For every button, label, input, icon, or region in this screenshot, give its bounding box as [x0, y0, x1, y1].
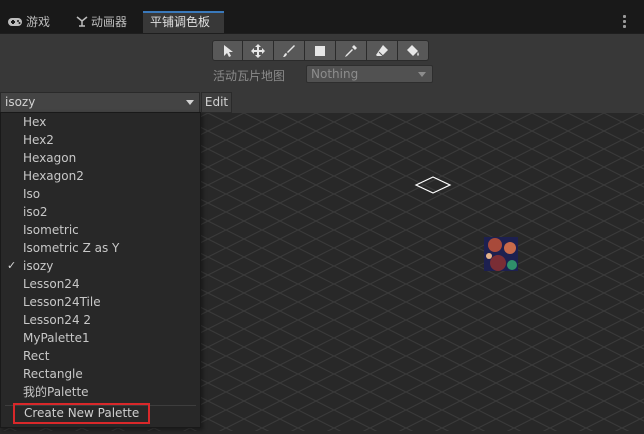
animator-icon — [76, 12, 88, 34]
palette-menu-item[interactable]: Hex2 — [1, 131, 200, 149]
palette-menu-item[interactable]: Lesson24 — [1, 275, 200, 293]
palette-header-row: isozy Edit — [0, 92, 644, 114]
palette-dropdown-menu: Hex Hex2 Hexagon Hexagon2 Iso iso2 Isometric Is… — [0, 112, 201, 428]
move-arrows-icon — [251, 43, 265, 58]
palette-menu-item-label: Lesson24Tile — [23, 295, 101, 309]
palette-menu-item-label: MyPalette1 — [23, 331, 90, 345]
palette-menu-item[interactable]: 我的Palette — [1, 383, 200, 401]
palette-menu-item-label: 我的Palette — [23, 385, 89, 399]
palette-menu-item-label: Iso — [23, 187, 41, 201]
tab-options-icon[interactable] — [620, 14, 628, 28]
gamepad-icon — [7, 12, 23, 34]
palette-menu-item[interactable]: Lesson24Tile — [1, 293, 200, 311]
select-tool-button[interactable] — [212, 40, 243, 61]
tab-game[interactable]: 游戏 — [3, 11, 69, 33]
palette-menu-item-label: Rectangle — [23, 367, 83, 381]
palette-menu-item-label: Isometric Z as Y — [23, 241, 120, 255]
palette-select-value: isozy — [5, 95, 36, 109]
checkmark-icon: ✓ — [7, 259, 17, 272]
eraser-icon — [376, 44, 388, 56]
palette-menu-item[interactable]: iso2 — [1, 203, 200, 221]
erase-tool-button[interactable] — [367, 40, 398, 61]
create-new-palette-item[interactable]: Create New Palette — [13, 403, 150, 424]
palette-menu-item[interactable]: ✓ isozy — [1, 257, 200, 275]
tile-sprite[interactable] — [484, 237, 518, 271]
palette-menu-item-label: Rect — [23, 349, 50, 363]
active-tilemap-value: Nothing — [311, 67, 359, 81]
edit-palette-button[interactable]: Edit — [201, 92, 232, 113]
rectangle-icon — [315, 45, 325, 56]
tab-animator[interactable]: 动画器 — [72, 11, 142, 33]
brush-icon — [283, 44, 295, 57]
paint-tool-button[interactable] — [274, 40, 305, 61]
tab-tile-palette-label: 平铺调色板 — [150, 15, 211, 29]
move-tool-button[interactable] — [243, 40, 274, 61]
tool-button-group — [212, 40, 429, 62]
palette-menu-item[interactable]: Hex — [1, 113, 200, 131]
active-tilemap-label: 活动瓦片地图 — [213, 69, 286, 83]
eyedropper-icon — [345, 44, 357, 57]
tab-bar: 游戏 动画器 平铺调色板 — [0, 11, 644, 34]
chevron-down-icon — [418, 72, 426, 77]
tab-tile-palette[interactable]: 平铺调色板 — [143, 11, 224, 33]
palette-menu-item-label: Lesson24 — [23, 277, 80, 291]
tab-game-label: 游戏 — [26, 15, 51, 29]
palette-menu-item[interactable]: Isometric — [1, 221, 200, 239]
palette-menu-item[interactable]: Isometric Z as Y — [1, 239, 200, 257]
pick-tool-button[interactable] — [336, 40, 367, 61]
tab-animator-label: 动画器 — [91, 15, 128, 29]
arrow-pointer-icon — [223, 44, 233, 57]
palette-menu-item-label: Isometric — [23, 223, 79, 237]
palette-menu-item-label: Hex — [23, 115, 47, 129]
palette-menu-item-label: isozy — [23, 259, 54, 273]
toolbar-region: 活动瓦片地图 Nothing — [0, 34, 644, 92]
fill-tool-button[interactable] — [398, 40, 429, 61]
palette-menu-item[interactable]: Hexagon2 — [1, 167, 200, 185]
palette-menu-item-label: Hexagon2 — [23, 169, 84, 183]
palette-menu-item-label: Lesson24 2 — [23, 313, 92, 327]
palette-menu-item[interactable]: Hexagon — [1, 149, 200, 167]
palette-menu-item-label: Hexagon — [23, 151, 77, 165]
palette-select[interactable]: isozy — [0, 92, 200, 113]
palette-menu-item[interactable]: Iso — [1, 185, 200, 203]
active-tilemap-select[interactable]: Nothing — [306, 65, 433, 83]
box-fill-tool-button[interactable] — [305, 40, 336, 61]
palette-menu-item[interactable]: Rect — [1, 347, 200, 365]
palette-menu-item[interactable]: Rectangle — [1, 365, 200, 383]
window-top-strip — [0, 0, 644, 11]
palette-menu-item[interactable]: Lesson24 2 — [1, 311, 200, 329]
palette-menu-item[interactable]: MyPalette1 — [1, 329, 200, 347]
palette-menu-item-label: iso2 — [23, 205, 48, 219]
palette-menu-item-label: Hex2 — [23, 133, 54, 147]
chevron-down-icon — [186, 100, 194, 105]
paint-bucket-icon — [407, 44, 419, 56]
